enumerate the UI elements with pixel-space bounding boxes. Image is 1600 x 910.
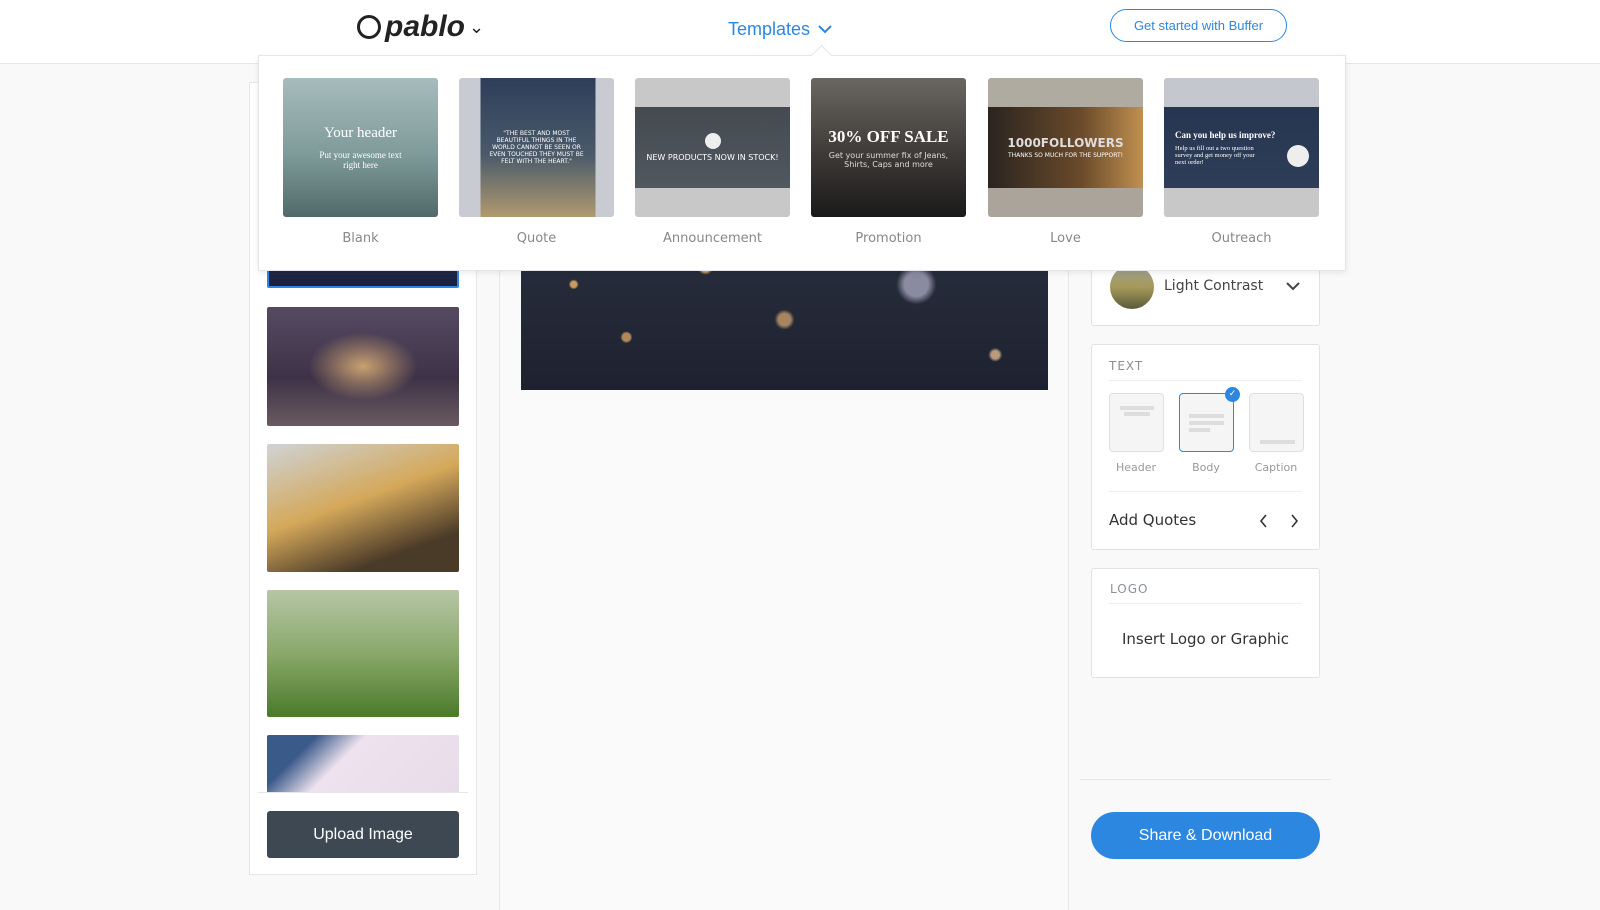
chevron-down-icon[interactable] [1286, 282, 1300, 291]
share-download-button[interactable]: Share & Download [1091, 812, 1320, 859]
template-label: Outreach [1211, 231, 1272, 246]
chevron-down-icon [818, 25, 832, 34]
template-text: Thanks so much for the support! [1007, 152, 1124, 159]
image-thumbnail[interactable] [267, 590, 459, 717]
template-title: NEW PRODUCTS NOW IN STOCK! [646, 153, 779, 162]
chevron-down-icon[interactable]: ⌄ [469, 17, 484, 38]
divider [1080, 779, 1331, 780]
caption-option-label: Caption [1254, 461, 1298, 474]
chevron-right-icon[interactable] [1290, 514, 1299, 528]
upload-image-button[interactable]: Upload Image [267, 811, 459, 858]
logo-text: pablo [385, 10, 465, 43]
divider [1109, 380, 1302, 381]
image-icon [1287, 145, 1309, 167]
divider [1109, 491, 1302, 492]
body-option-label: Body [1192, 461, 1220, 474]
template-label: Announcement [663, 231, 762, 246]
text-option-header[interactable] [1109, 393, 1164, 452]
text-option-caption[interactable] [1249, 393, 1304, 452]
image-thumbnail[interactable] [267, 307, 459, 426]
image-thumbnail[interactable] [267, 444, 459, 572]
get-started-button[interactable]: Get started with Buffer [1110, 9, 1287, 42]
pablo-logo[interactable]: pablo ⌄ [357, 10, 484, 44]
divider [258, 792, 468, 793]
template-text: "The best and most beautiful things in t… [489, 130, 584, 165]
check-badge-icon: ✓ [1225, 387, 1240, 402]
template-preview: Can you help us improve? Help us fill out… [1164, 78, 1319, 217]
divider [1109, 603, 1302, 604]
template-label: Blank [342, 231, 379, 246]
template-preview: NEW PRODUCTS NOW IN STOCK! [635, 78, 790, 217]
template-text: Put your awesome text right here [319, 150, 402, 170]
text-option-body[interactable]: ✓ [1179, 387, 1240, 452]
template-love[interactable]: 1000FOLLOWERS Thanks so much for the supp… [988, 78, 1143, 246]
template-quote[interactable]: "The best and most beautiful things in t… [459, 78, 614, 246]
templates-menu[interactable]: Templates [728, 19, 832, 40]
template-title: 30% OFF SALE [828, 126, 949, 146]
template-title: 1000FOLLOWERS [1007, 136, 1124, 150]
insert-logo-button[interactable]: Insert Logo or Graphic [1092, 630, 1319, 648]
template-outreach[interactable]: Can you help us improve? Help us fill out… [1164, 78, 1319, 246]
template-title: Can you help us improve? [1175, 129, 1276, 140]
text-panel: TEXT ✓ Header Body Caption Add Quotes [1091, 344, 1320, 550]
filter-label[interactable]: Light Contrast [1164, 278, 1263, 294]
template-promotion[interactable]: 30% OFF SALE Get your summer fix of Jeans… [811, 78, 966, 246]
add-quotes-label[interactable]: Add Quotes [1109, 511, 1196, 529]
pablo-logo-icon [357, 15, 381, 39]
template-announcement[interactable]: NEW PRODUCTS NOW IN STOCK! Announcement [635, 78, 790, 246]
header-option-label: Header [1115, 461, 1157, 474]
templates-label: Templates [728, 19, 811, 39]
chevron-left-icon[interactable] [1259, 514, 1268, 528]
text-section-title: TEXT [1109, 359, 1144, 373]
image-icon [704, 133, 721, 149]
template-label: Quote [516, 231, 557, 246]
template-preview: 1000FOLLOWERS Thanks so much for the supp… [988, 78, 1143, 217]
template-preview: Your header Put your awesome text right h… [283, 78, 438, 217]
templates-dropdown: Your header Put your awesome text right h… [258, 55, 1346, 271]
logo-panel: LOGO Insert Logo or Graphic [1091, 568, 1320, 678]
filter-preview [1110, 265, 1154, 309]
template-label: Love [1050, 231, 1081, 246]
template-title: Your header [323, 125, 398, 141]
image-thumbnail[interactable] [267, 735, 459, 793]
template-label: Promotion [855, 231, 922, 246]
logo-section-title: LOGO [1110, 582, 1149, 596]
template-preview: 30% OFF SALE Get your summer fix of Jeans… [811, 78, 966, 217]
template-preview: "The best and most beautiful things in t… [459, 78, 614, 217]
template-blank[interactable]: Your header Put your awesome text right h… [283, 78, 438, 246]
template-text: Get your summer fix of Jeans, Shirts, Ca… [828, 150, 949, 169]
template-text: Help us fill out a two question survey a… [1175, 144, 1255, 166]
